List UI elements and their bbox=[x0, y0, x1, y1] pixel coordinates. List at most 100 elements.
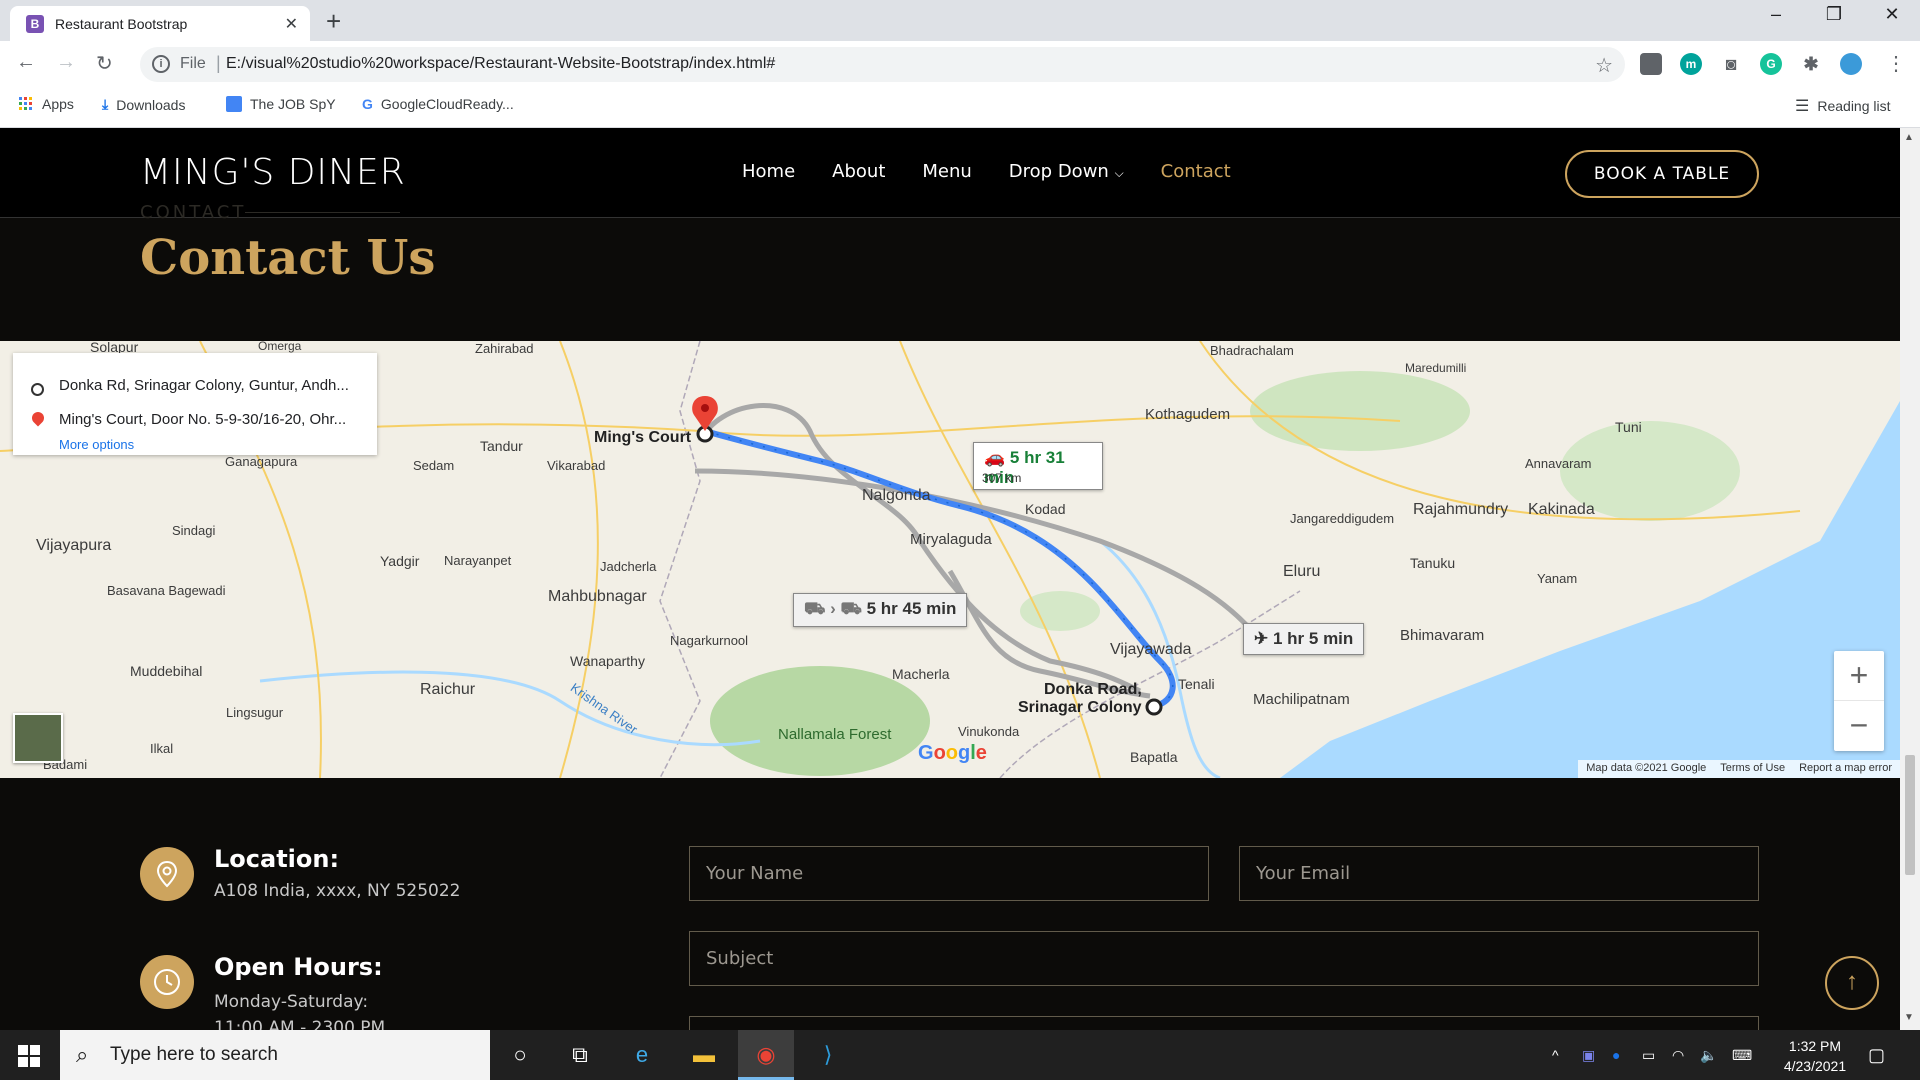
map-place-label: Wanaparthy bbox=[570, 653, 645, 669]
close-tab-icon[interactable]: ✕ bbox=[285, 14, 298, 34]
nav-menu[interactable]: Menu bbox=[922, 161, 971, 182]
clock-date: 4/23/2021 bbox=[1783, 1058, 1847, 1074]
satellite-toggle[interactable] bbox=[13, 713, 63, 763]
tray-chevron-up-icon[interactable]: ^ bbox=[1552, 1030, 1559, 1080]
grammarly-extension-icon[interactable]: G bbox=[1760, 53, 1782, 75]
battery-icon[interactable]: ▭ bbox=[1642, 1030, 1655, 1080]
bookmark-googlecloudready[interactable]: G GoogleCloudReady... bbox=[362, 96, 514, 112]
profile-avatar[interactable] bbox=[1840, 53, 1862, 75]
scroll-thumb[interactable] bbox=[1905, 755, 1915, 875]
arrow-up-icon: ↑ bbox=[1846, 968, 1858, 995]
task-view-icon[interactable]: ⧉ bbox=[552, 1030, 608, 1080]
nav-about[interactable]: About bbox=[832, 161, 885, 182]
cortana-icon[interactable]: ○ bbox=[492, 1030, 548, 1080]
maximize-button[interactable]: ❐ bbox=[1814, 4, 1854, 25]
close-window-button[interactable]: ✕ bbox=[1872, 4, 1912, 25]
bookmark-star-icon[interactable]: ☆ bbox=[1595, 53, 1613, 78]
origin-address[interactable]: Donka Rd, Srinagar Colony, Guntur, Andh.… bbox=[59, 377, 349, 394]
back-arrow-icon[interactable]: ← bbox=[16, 51, 36, 74]
browser-tab[interactable]: B Restaurant Bootstrap ✕ bbox=[10, 6, 310, 41]
teams-icon[interactable]: ▣ bbox=[1582, 1030, 1595, 1080]
transit-route-box[interactable]: ⛟ › ⛟ 5 hr 45 min bbox=[793, 593, 968, 627]
scroll-down-arrow[interactable]: ▼ bbox=[1904, 1012, 1914, 1023]
map-place-label: Yanam bbox=[1537, 571, 1578, 586]
email-field[interactable]: Your Email bbox=[1239, 846, 1759, 901]
bookmark-label: Apps bbox=[42, 96, 74, 112]
vscode-icon[interactable]: ⟩ bbox=[800, 1030, 856, 1080]
edge-icon[interactable]: e bbox=[614, 1030, 670, 1080]
hours-title: Open Hours: bbox=[214, 953, 383, 981]
map-place-label: Eluru bbox=[1283, 563, 1321, 580]
map-place-label: Tandur bbox=[480, 438, 523, 454]
shield-extension-icon[interactable] bbox=[1640, 53, 1662, 75]
nav-home[interactable]: Home bbox=[742, 161, 795, 182]
scroll-up-arrow[interactable]: ▲ bbox=[1904, 132, 1914, 143]
subject-field[interactable]: Subject bbox=[689, 931, 1759, 986]
nav-contact[interactable]: Contact bbox=[1161, 161, 1231, 182]
map-place-label: Ilkal bbox=[150, 741, 174, 756]
map-place-label: Kakinada bbox=[1528, 501, 1595, 518]
nav-dropdown-label: Drop Down bbox=[1008, 161, 1109, 182]
map-place-label: Nalgonda bbox=[862, 487, 931, 504]
info-icon[interactable]: i bbox=[152, 55, 170, 73]
flight-route-box[interactable]: ✈ 1 hr 5 min bbox=[1243, 623, 1365, 655]
meet-icon[interactable]: ● bbox=[1612, 1030, 1620, 1080]
apps-grid-icon bbox=[19, 97, 32, 110]
reading-list-button[interactable]: ☰ Reading list bbox=[1795, 96, 1891, 116]
notification-icon[interactable]: ▢ bbox=[1868, 1030, 1885, 1080]
forward-arrow-icon[interactable]: → bbox=[56, 51, 76, 74]
hours-text-time: 11:00 AM - 2300 PM bbox=[214, 1018, 386, 1030]
section-label: CONTACT bbox=[140, 202, 247, 223]
zoom-out-button[interactable]: − bbox=[1834, 701, 1884, 751]
address-url[interactable]: E:/visual%20studio%20workspace/Restauran… bbox=[226, 55, 775, 73]
page-scrollbar[interactable]: ▲ ▼ bbox=[1900, 128, 1920, 1030]
m-extension-icon[interactable]: m bbox=[1680, 53, 1702, 75]
bookmark-apps[interactable]: Apps bbox=[18, 96, 74, 112]
google-map[interactable]: Solapur Omerga Zahirabad Tandur Vikaraba… bbox=[0, 341, 1900, 778]
zoom-in-button[interactable]: + bbox=[1834, 651, 1884, 701]
volume-icon[interactable]: 🔈 bbox=[1700, 1030, 1717, 1080]
camera-extension-icon[interactable]: ◙ bbox=[1720, 53, 1742, 75]
car-distance: 307 km bbox=[982, 471, 1022, 485]
subject-placeholder: Subject bbox=[706, 948, 774, 969]
taskbar-search-box[interactable]: ⌕ Type here to search bbox=[60, 1030, 490, 1080]
address-bar[interactable]: i File | E:/visual%20studio%20workspace/… bbox=[140, 47, 1625, 82]
back-to-top-button[interactable]: ↑ bbox=[1825, 956, 1879, 1010]
location-text: A108 India, xxxx, NY 525022 bbox=[214, 881, 461, 901]
car-route-box[interactable]: 🚗 5 hr 31 min 307 km bbox=[973, 442, 1103, 490]
more-menu-icon[interactable]: ⋮ bbox=[1886, 51, 1906, 76]
terms-link[interactable]: Terms of Use bbox=[1720, 762, 1785, 776]
destination-address[interactable]: Ming's Court, Door No. 5-9-30/16-20, Ohr… bbox=[59, 411, 346, 428]
new-tab-button[interactable]: + bbox=[326, 6, 341, 37]
taskbar-clock[interactable]: 1:32 PM 4/23/2021 bbox=[1770, 1036, 1860, 1076]
bookmark-downloads[interactable]: ⤓ Downloads bbox=[102, 96, 185, 113]
report-error-link[interactable]: Report a map error bbox=[1799, 762, 1892, 776]
hours-text-days: Monday-Saturday: bbox=[214, 992, 369, 1012]
chrome-icon[interactable]: ◉ bbox=[738, 1030, 794, 1080]
origin-label-line-2: Srinagar Colony bbox=[1018, 699, 1142, 716]
site-logo[interactable]: MING'S DINER bbox=[140, 152, 406, 193]
book-table-button[interactable]: BOOK A TABLE bbox=[1565, 150, 1759, 198]
map-place-label: Jadcherla bbox=[600, 559, 657, 574]
windows-start-icon[interactable] bbox=[18, 1045, 40, 1067]
nav-dropdown[interactable]: Drop Down ⌵ bbox=[1009, 161, 1124, 182]
map-place-label: Vijayawada bbox=[1110, 641, 1192, 658]
minimize-button[interactable]: – bbox=[1756, 4, 1796, 25]
car-icon: 🚗 bbox=[984, 448, 1006, 467]
bookmark-label: GoogleCloudReady... bbox=[380, 96, 514, 112]
airplane-icon: ✈ bbox=[1254, 629, 1269, 648]
browser-toolbar: ← → ↻ i File | E:/visual%20studio%20work… bbox=[0, 41, 1920, 88]
reading-list-label: Reading list bbox=[1817, 98, 1891, 114]
more-options-link[interactable]: More options bbox=[59, 437, 134, 452]
name-field[interactable]: Your Name bbox=[689, 846, 1209, 901]
puzzle-extensions-icon[interactable]: ✱ bbox=[1800, 53, 1822, 75]
flight-time: 1 hr 5 min bbox=[1272, 629, 1354, 648]
reload-icon[interactable]: ↻ bbox=[96, 51, 113, 76]
wifi-icon[interactable]: ◠ bbox=[1672, 1030, 1684, 1080]
bookmark-job-spy[interactable]: The JOB SpY bbox=[226, 96, 336, 112]
bootstrap-icon: B bbox=[26, 15, 44, 33]
map-place-label: Omerga bbox=[258, 341, 302, 353]
message-field[interactable] bbox=[689, 1016, 1759, 1030]
keyboard-icon[interactable]: ⌨ bbox=[1732, 1030, 1752, 1080]
file-explorer-icon[interactable]: ▬ bbox=[676, 1030, 732, 1080]
